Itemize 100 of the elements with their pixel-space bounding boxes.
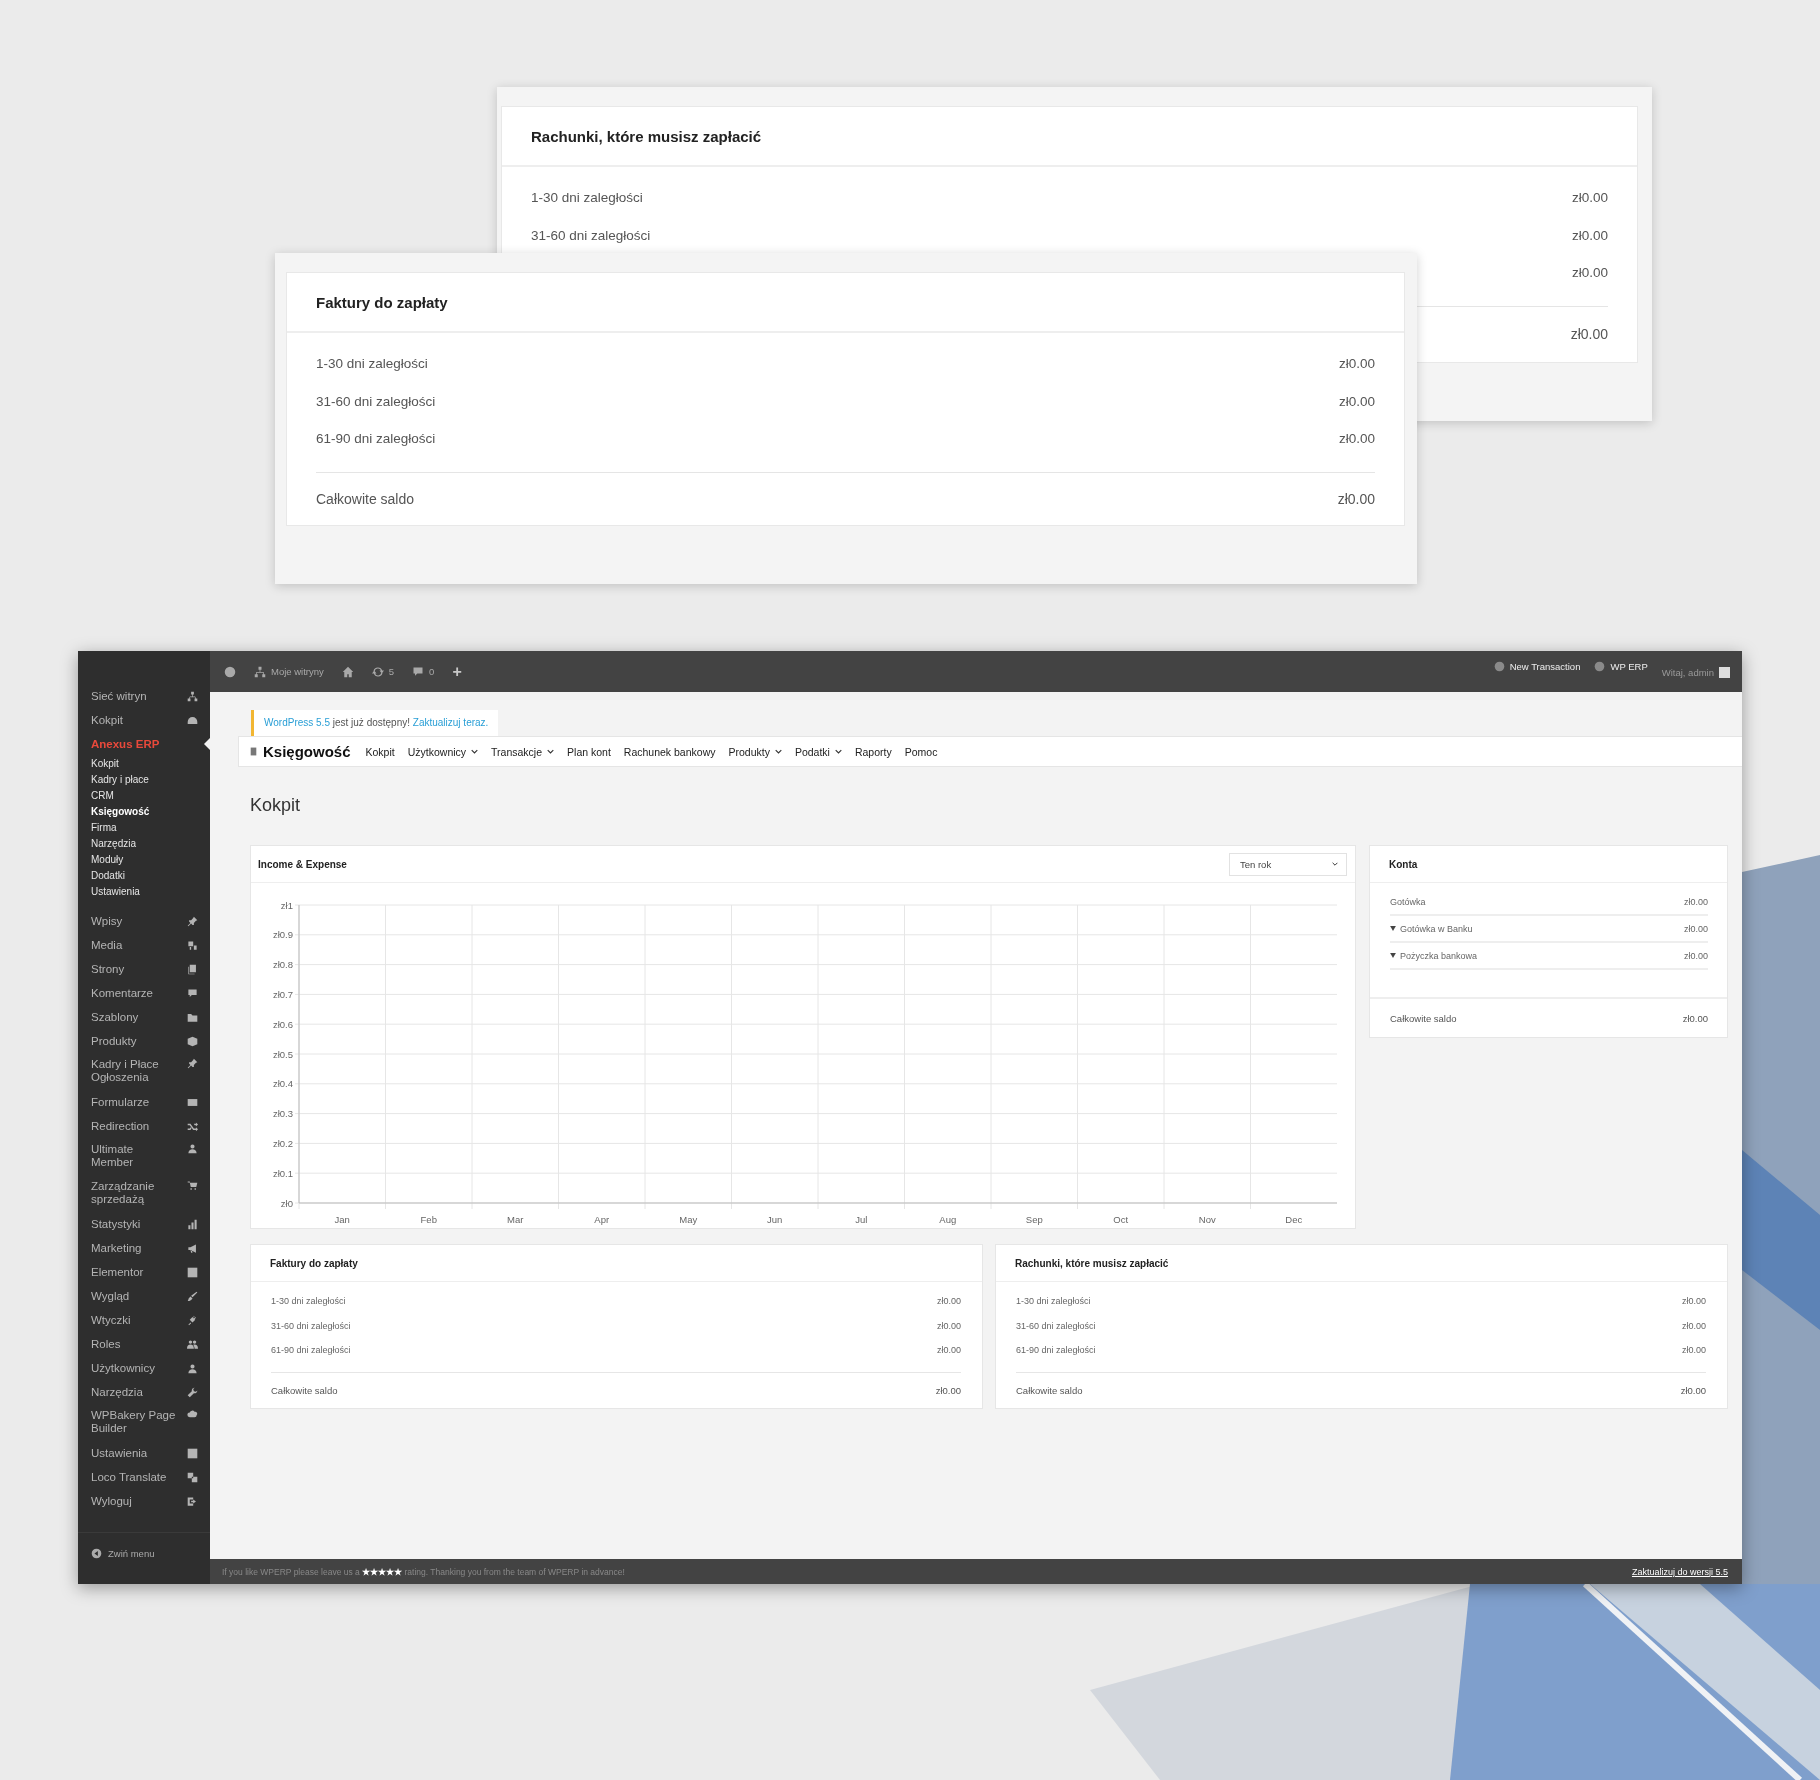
sidebar-item[interactable]: Wpisy [78,909,210,933]
card-title: Rachunki, które musisz zapłacić [531,127,762,145]
account-name: Gotówka [1390,896,1426,907]
total-value: zł0.00 [1680,1384,1706,1396]
admin-bar-item[interactable]: Moje witryny [254,665,324,678]
envelope-icon [187,1096,198,1108]
sidebar-item[interactable]: Ultimate Member [78,1138,210,1175]
row-value: zł0.00 [1571,265,1608,281]
row-label: 31-60 dni zaległości [531,227,651,243]
submenu-item[interactable]: Kadry i płace [78,772,210,788]
chevron-icon [1332,862,1338,866]
menu-item[interactable]: Produkty [728,745,782,758]
axis-tick-label: zł0.9 [272,929,293,941]
shuffle-icon [187,1120,198,1132]
sidebar-item[interactable]: Elementor [78,1260,210,1284]
row-label: 1-30 dni zaległości [316,356,428,372]
menu-item[interactable]: Rachunek bankowy [623,745,716,758]
sidebar-item[interactable]: Zarządzanie sprzedażą [78,1175,210,1212]
submenu-item[interactable]: Firma [78,820,210,836]
sidebar-item[interactable]: Ustawienia [78,1441,210,1465]
account-balance: zł0.00 [1683,950,1708,961]
sidebar-item[interactable]: Szablony [78,1005,210,1029]
admin-bar-item[interactable]: 5 [371,665,395,678]
submenu-item[interactable]: Kokpit [78,756,210,772]
row-label: 61-90 dni zaległości [316,431,436,447]
menu-item[interactable]: Raporty [854,745,892,758]
total-label: Całkowite saldo [1390,1012,1457,1024]
sidebar-item[interactable]: Użytkownicy [78,1356,210,1380]
sidebar-item[interactable]: Redirection [78,1114,210,1138]
sidebar-item[interactable]: Wygląd [78,1284,210,1308]
cart-icon [187,1180,198,1191]
sidebar-item[interactable]: Formularze [78,1090,210,1114]
submenu-item[interactable]: Moduły [78,852,210,868]
axis-tick-label: Dec [1285,1214,1303,1225]
sidebar-item[interactable]: Kokpit [78,708,210,732]
account-balance: zł0.00 [1683,923,1708,934]
admin-bar-item[interactable]: 0 [412,665,435,678]
comment-icon [412,665,425,678]
pages-icon [187,963,198,975]
sidebar-item[interactable]: Statystyki [78,1212,210,1236]
axis-tick-label: Sep [1025,1214,1043,1225]
sidebar-item[interactable]: Media [78,933,210,957]
sidebar-item[interactable]: Loco Translate [78,1465,210,1489]
admin-bar-item[interactable]: WP ERP [1594,661,1648,672]
submenu-item[interactable]: CRM [78,788,210,804]
account-balance: zł0.00 [1683,896,1708,907]
row-value: zł0.00 [1681,1345,1706,1356]
axis-tick-label: zł0.1 [272,1167,293,1179]
network-icon [187,690,198,702]
admin-bar-item[interactable] [224,665,236,678]
sidebar-item[interactable]: Wyloguj [78,1489,210,1513]
cloud-icon [187,1409,198,1420]
row-value: zł0.00 [936,1345,961,1356]
row-value: zł0.00 [1681,1296,1706,1307]
settings-icon [187,1447,198,1459]
menu-item[interactable]: Transakcje [491,745,555,758]
bar-chart-icon [187,1218,198,1230]
avatar-icon [1719,667,1730,678]
menu-item[interactable]: Pomoc [904,745,938,758]
sidebar-item[interactable]: Strony [78,957,210,981]
pin-icon [187,1058,198,1069]
row-label: 61-90 dni zaległości [271,1345,351,1356]
panel-title: Income & Expense [258,858,347,870]
card-title: Faktury do zapłaty [316,293,448,311]
menu-item[interactable]: Użytkownicy [407,745,479,758]
home-icon [341,665,354,678]
row-value: zł0.00 [1571,227,1608,243]
people-icon [187,1338,198,1350]
person-icon [187,1143,198,1154]
update-version-link[interactable]: Zaktualizuj do wersji 5.5 [1631,1566,1728,1577]
admin-bar-item[interactable]: New Transaction [1493,661,1581,672]
menu-item[interactable]: Podatki [794,745,842,758]
sidebar-item[interactable]: Produkty [78,1029,210,1053]
admin-bar-item[interactable]: + [452,662,462,681]
sidebar-item[interactable]: Komentarze [78,981,210,1005]
sidebar-item[interactable]: Roles [78,1332,210,1356]
page-title: Kokpit [250,795,302,817]
axis-tick-label: Jan [334,1214,350,1225]
sidebar-item[interactable]: Narzędzia [78,1380,210,1404]
refresh-icon [371,665,384,678]
menu-item[interactable]: Plan kont [567,745,611,758]
row-value: zł0.00 [1338,393,1375,409]
megaphone-icon [187,1242,198,1254]
period-select[interactable]: Ten rok [1229,852,1347,876]
sidebar-item[interactable]: WPBakery Page Builder [78,1404,210,1441]
sidebar-item[interactable]: Kadry i Płace Ogłoszenia [78,1053,210,1090]
sidebar-item[interactable]: Sieć witryn [78,684,210,708]
account-menu[interactable]: Witaj, admin [1661,667,1730,678]
account-name: Pożyczka bankowa [1400,950,1478,961]
menu-item[interactable]: Kokpit [365,745,395,758]
submenu-item[interactable]: Księgowość [78,804,210,820]
sidebar-item[interactable]: Wtyczki [78,1308,210,1332]
row-value: zł0.00 [1571,190,1608,206]
submenu-item[interactable]: Dodatki [78,868,210,884]
submenu-item[interactable]: Ustawienia [78,884,210,900]
row-label: 61-90 dni zaległości [1016,1345,1096,1356]
submenu-item[interactable]: Narzędzia [78,836,210,852]
admin-bar-item[interactable] [341,665,354,678]
total-value: zł0.00 [1337,490,1375,507]
sidebar-item[interactable]: Marketing [78,1236,210,1260]
